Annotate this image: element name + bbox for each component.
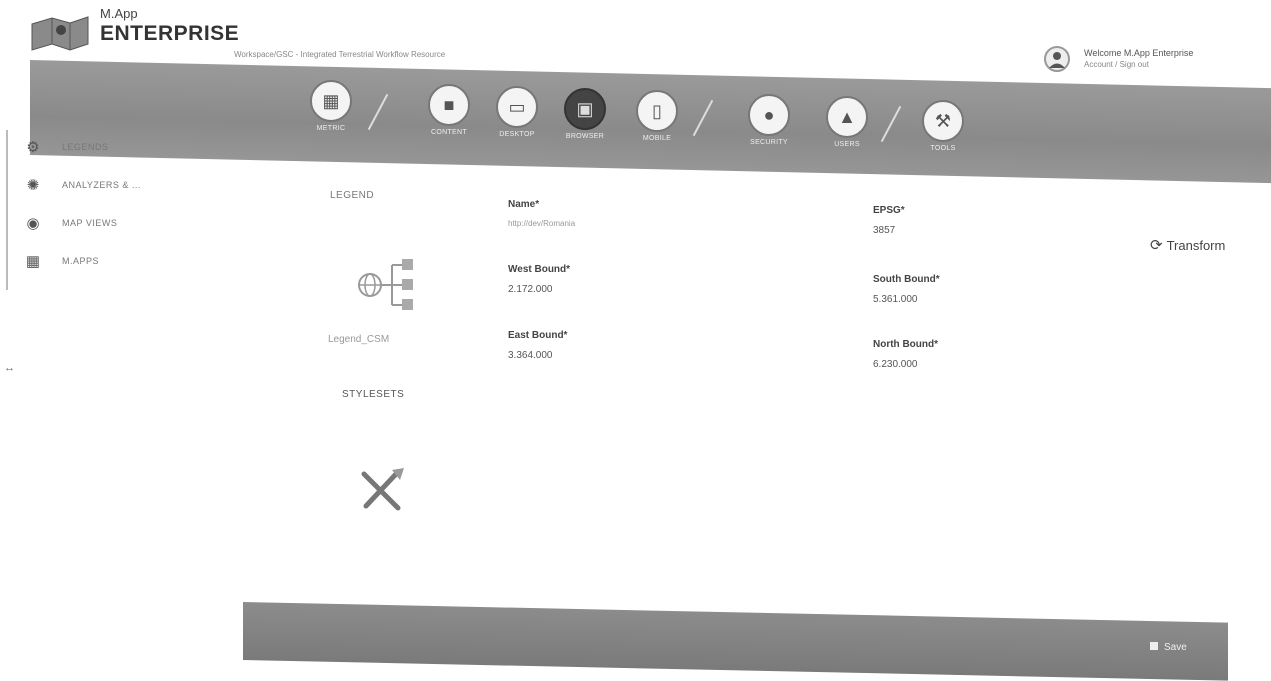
nav-divider (692, 99, 714, 137)
module-label: SECURITY (750, 139, 788, 146)
module-label: USERS (834, 141, 860, 148)
east-bound-value[interactable]: 3.364.000 (508, 350, 567, 361)
module-label: CONTENT (431, 129, 467, 136)
north-bound-value[interactable]: 6.230.000 (873, 359, 938, 370)
south-bound-value[interactable]: 5.361.000 (873, 294, 940, 305)
module-browser[interactable]: ▣ BROWSER (550, 88, 620, 140)
name-label: Name* (508, 199, 540, 210)
module-users[interactable]: ▲ USERS (812, 96, 882, 148)
east-bound-label: East Bound* (508, 330, 568, 341)
north-bound-label: North Bound* (873, 339, 938, 350)
name-value[interactable]: http://dev/Romania (508, 219, 575, 228)
west-bound-value[interactable]: 2.172.000 (508, 284, 570, 295)
module-tools[interactable]: ⚒ TOOLS (908, 100, 978, 152)
module-security[interactable]: ● SECURITY (734, 94, 804, 146)
field-epsg: EPSG* 3857 (873, 205, 905, 236)
footer-bar (243, 602, 1228, 681)
grid-icon: ▦ (310, 80, 352, 122)
sidebar-item-label: ANALYZERS & ... (62, 180, 141, 190)
sidebar-item-label: LEGENDS (62, 142, 109, 152)
save-button[interactable]: Save (1150, 642, 1220, 662)
stylesets-header: STYLESETS (342, 389, 405, 400)
module-label: BROWSER (565, 133, 605, 140)
users-icon: ▲ (826, 96, 868, 138)
apps-icon: ▦ (25, 253, 41, 270)
save-label: Save (1164, 642, 1187, 653)
field-name: Name* http://dev/Romania (508, 199, 575, 228)
field-east-bound: East Bound* 3.364.000 (508, 330, 567, 361)
module-label: TOOLS (930, 145, 956, 152)
module-content[interactable]: ■ CONTENT (414, 84, 484, 136)
epsg-value[interactable]: 3857 (873, 225, 905, 236)
globe-icon: ◉ (26, 215, 40, 232)
resize-handle-icon[interactable]: ↔ (4, 362, 15, 374)
nav-divider (367, 93, 389, 131)
transform-button[interactable]: ⟳ Transform (1150, 236, 1260, 258)
field-west-bound: West Bound* 2.172.000 (508, 264, 570, 295)
brush-tools-icon[interactable] (358, 466, 406, 512)
legend-tree-icon[interactable] (352, 255, 418, 315)
sidebar-item-mapps[interactable]: ▦ M.APPS (20, 250, 210, 276)
sidebar-item-label: M.APPS (62, 256, 100, 266)
desktop-icon: ▭ (496, 86, 538, 128)
sidebar-item-analyzers[interactable]: ✺ ANALYZERS & ... (20, 174, 210, 200)
field-south-bound: South Bound* 5.361.000 (873, 274, 940, 305)
south-bound-label: South Bound* (873, 274, 940, 285)
browser-icon: ▣ (564, 88, 606, 130)
transform-icon: ⟳ (1150, 237, 1163, 254)
module-desktop[interactable]: ▭ DESKTOP (482, 86, 552, 138)
save-icon (1150, 642, 1158, 650)
legend-icon: ⚙ (26, 139, 40, 156)
wrench-icon: ⚒ (922, 100, 964, 142)
sidebar-item-legends[interactable]: ⚙ LEGENDS (20, 136, 210, 162)
module-label: MOBILE (642, 135, 672, 142)
module-label: METRIC (316, 125, 346, 132)
legend-header: LEGEND (330, 190, 375, 201)
epsg-label: EPSG* (873, 205, 905, 216)
content-panel (240, 168, 1240, 608)
module-label: DESKTOP (499, 131, 535, 138)
transform-label: Transform (1166, 238, 1226, 253)
nav-divider (880, 105, 902, 143)
module-mobile[interactable]: ▯ MOBILE (622, 90, 692, 142)
sidebar-item-map-views[interactable]: ◉ MAP VIEWS (20, 212, 210, 238)
sidebar-item-label: MAP VIEWS (62, 218, 118, 228)
legend-caption: Legend_CSM (328, 334, 390, 345)
left-edge-line (6, 130, 8, 290)
field-north-bound: North Bound* 6.230.000 (873, 339, 938, 370)
west-bound-label: West Bound* (508, 264, 571, 275)
user-icon: ● (748, 94, 790, 136)
module-metric[interactable]: ▦ METRIC (296, 80, 366, 132)
mobile-icon: ▯ (636, 90, 678, 132)
analyzer-icon: ✺ (26, 177, 40, 194)
content-icon: ■ (428, 84, 470, 126)
